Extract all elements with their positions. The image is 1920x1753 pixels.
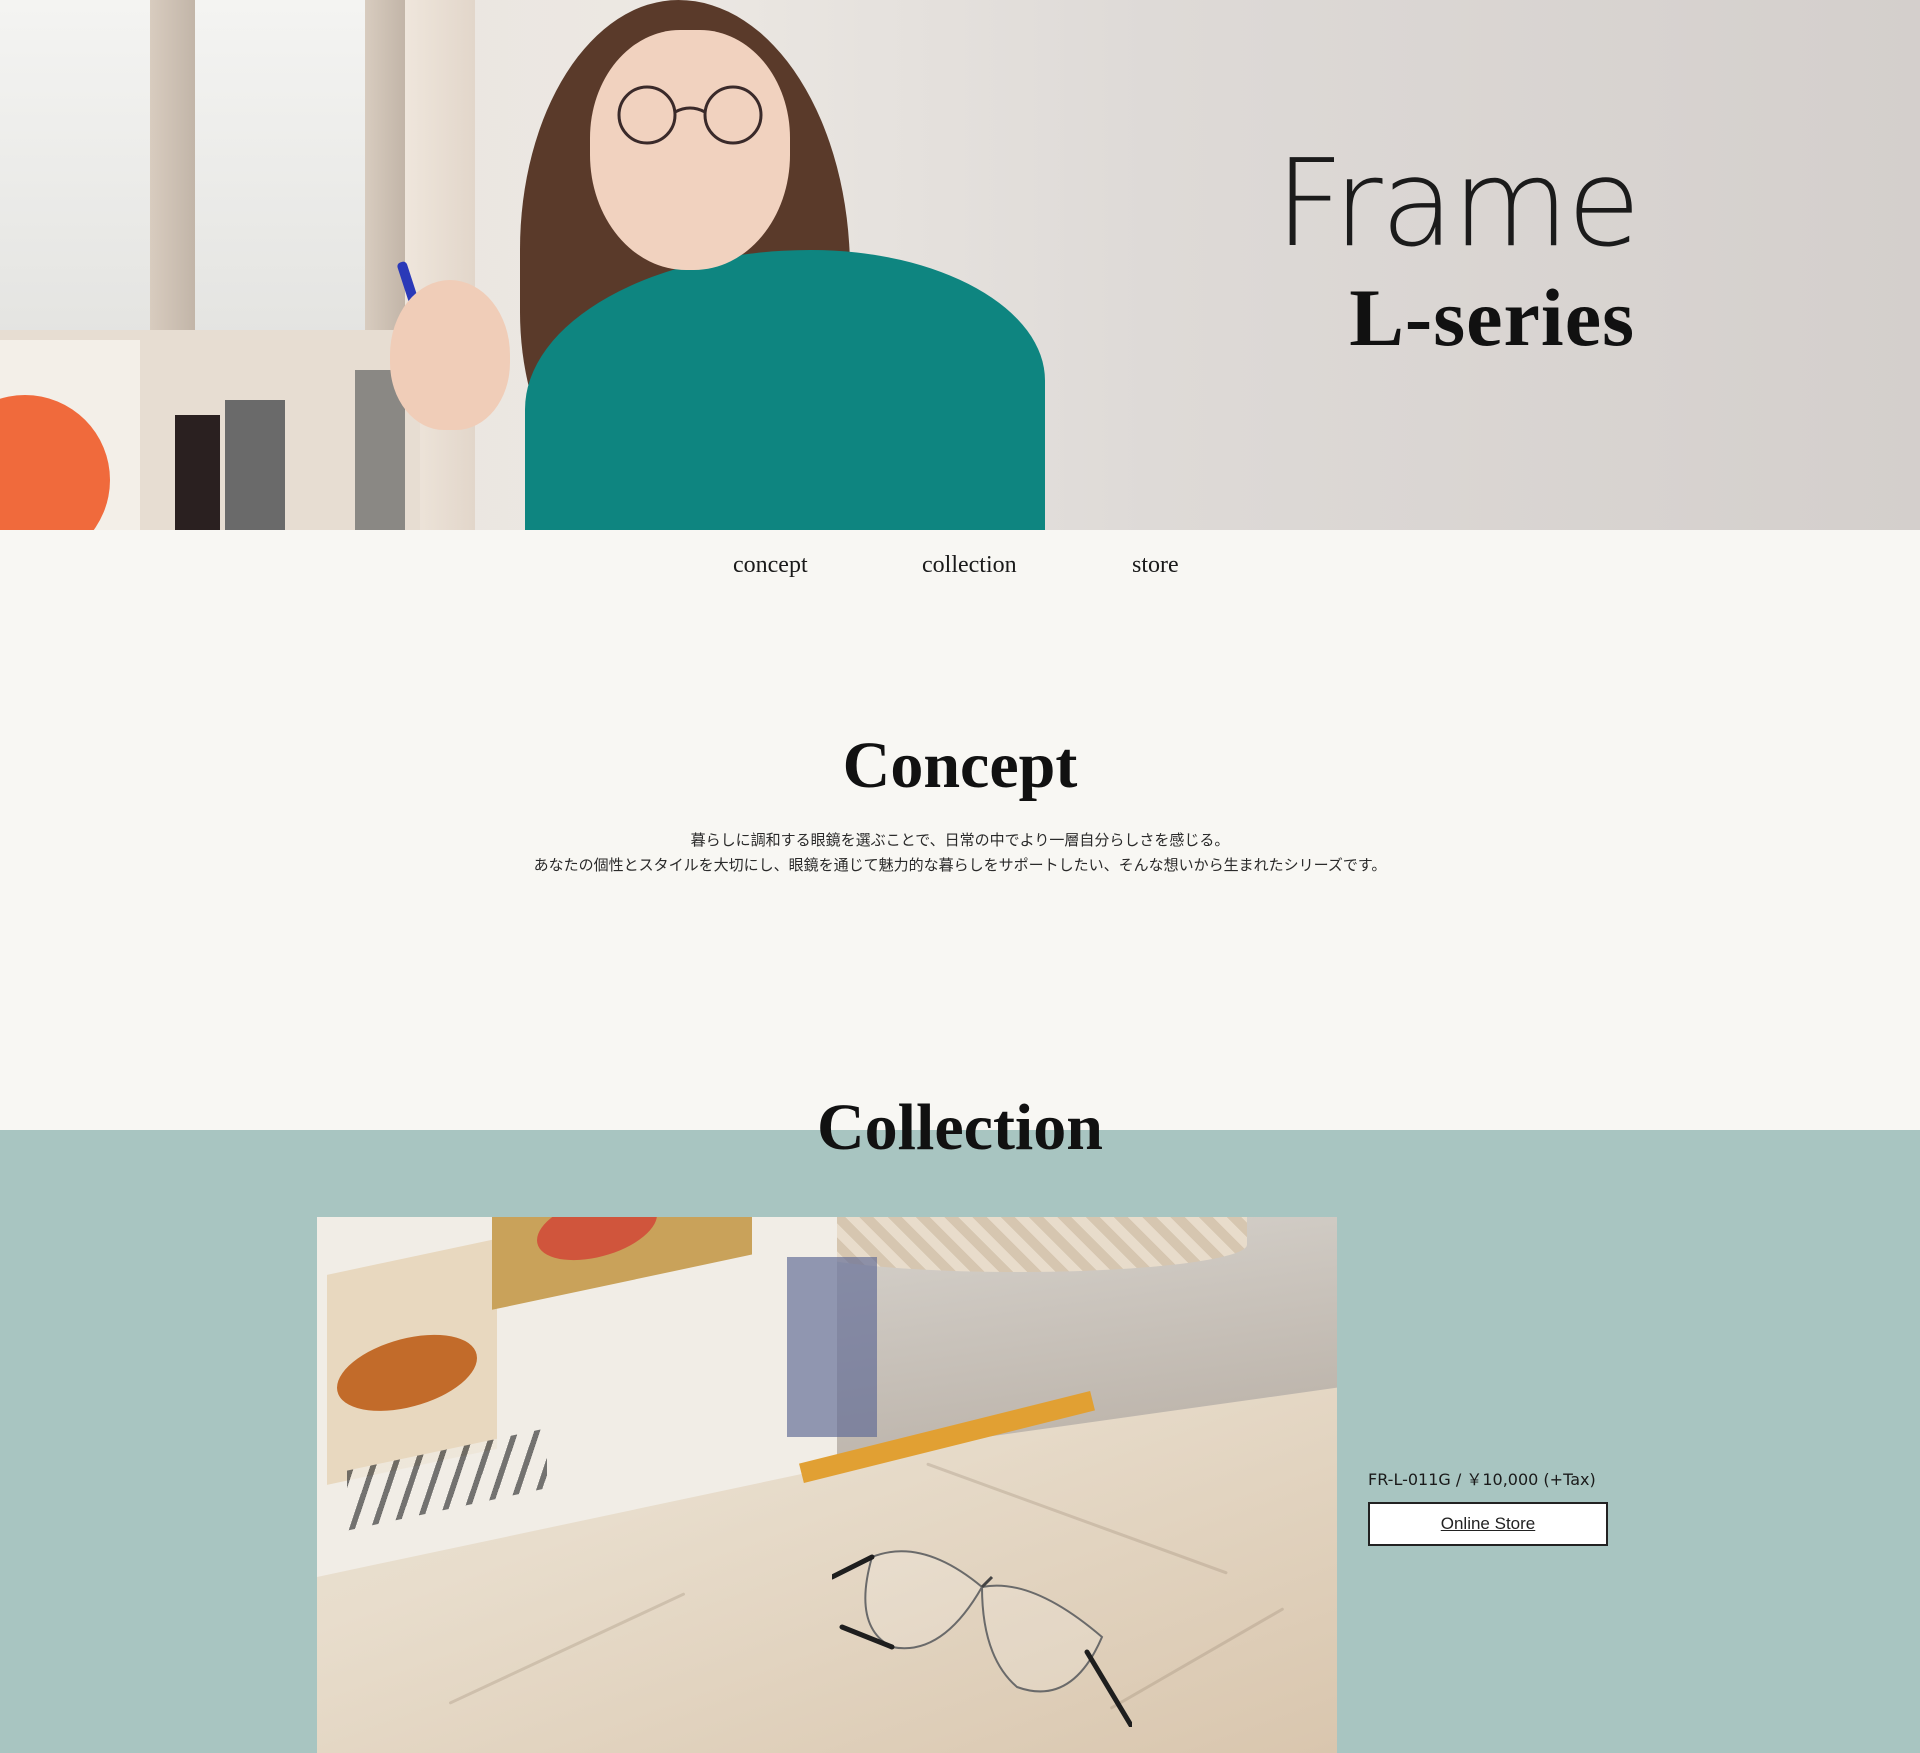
nav-link-concept[interactable]: concept <box>733 530 808 579</box>
collection-product-image <box>317 1217 1337 1753</box>
concept-body: 暮らしに調和する眼鏡を選ぶことで、日常の中でより一層自分らしさを感じる。 あなた… <box>0 828 1920 878</box>
hero-title-series: L-series <box>1349 272 1635 363</box>
model-glasses-icon <box>617 85 763 145</box>
concept-text-line: 暮らしに調和する眼鏡を選ぶことで、日常の中でより一層自分らしさを感じる。 <box>690 831 1230 849</box>
hero-book <box>225 400 285 530</box>
concept-heading: Concept <box>842 729 1078 802</box>
nav-link-store[interactable]: store <box>1132 530 1179 579</box>
nav-link-collection[interactable]: collection <box>922 530 1017 579</box>
main-nav: concept collection store <box>0 530 1920 610</box>
magazine-page <box>317 1217 837 1577</box>
product-info: FR-L-011G / ￥10,000 (+Tax) Online Store <box>1368 1466 1608 1546</box>
marble-vein <box>448 1592 686 1705</box>
hero-window <box>195 0 365 360</box>
magazine-accent <box>787 1257 877 1437</box>
hero-banner: Frame L-series <box>0 0 1920 530</box>
model-face <box>590 30 790 270</box>
hero-model-image <box>390 0 1045 530</box>
collection-heading: Collection <box>817 1091 1103 1164</box>
model-hand <box>390 280 510 430</box>
online-store-button[interactable]: Online Store <box>1368 1502 1608 1546</box>
hero-title: Frame L-series <box>1275 135 1641 363</box>
hero-window <box>0 0 150 360</box>
marble-vein <box>1109 1607 1285 1710</box>
hero-title-frame: Frame <box>1275 135 1641 274</box>
concept-text-line: あなたの個性とスタイルを大切にし、眼鏡を通じて魅力的な暮らしをサポートしたい、そ… <box>533 856 1387 874</box>
product-code-price: FR-L-011G / ￥10,000 (+Tax) <box>1368 1470 1596 1489</box>
eyeglasses-icon <box>832 1550 1132 1727</box>
hero-book <box>175 415 220 530</box>
